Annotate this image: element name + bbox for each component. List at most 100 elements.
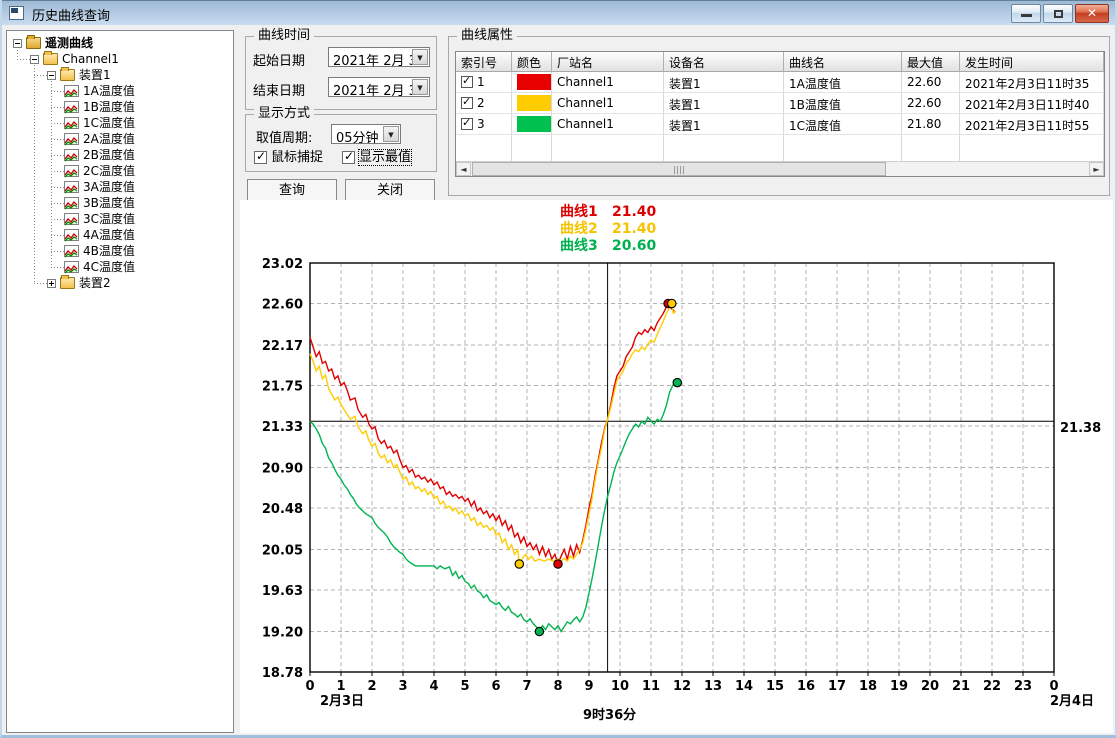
legend-item: 曲线121.40 — [560, 201, 656, 218]
collapse-icon[interactable] — [47, 71, 56, 80]
chart-panel: 曲线121.40曲线221.40曲线320.60 23.0222.6022.17… — [240, 200, 1113, 733]
column-header[interactable]: 厂站名 — [552, 52, 664, 71]
curve-enabled-cell: ✓2 — [456, 93, 512, 113]
tree-item[interactable]: 1B温度值 — [7, 99, 233, 115]
curve-row[interactable]: ✓3Channel1装置11C温度值21.802021年2月3日11时55 — [456, 114, 1104, 135]
tree-item[interactable]: 2B温度值 — [7, 147, 233, 163]
tree-item[interactable]: 3C温度值 — [7, 211, 233, 227]
occurrence-time-cell: 2021年2月3日11时55 — [960, 114, 1104, 134]
curve-icon — [64, 165, 79, 177]
tree-item[interactable]: 装置2 — [7, 275, 233, 291]
tree-item[interactable]: 装置1 — [7, 67, 233, 83]
empty-cell — [960, 135, 1104, 163]
tree-item-label: 3A温度值 — [83, 179, 135, 195]
x-tick-label: 0 — [305, 679, 314, 694]
column-header[interactable]: 索引号 — [456, 52, 512, 71]
column-header[interactable]: 最大值 — [902, 52, 960, 71]
tree-item[interactable]: 3B温度值 — [7, 195, 233, 211]
tree-item-label: 4B温度值 — [83, 243, 135, 259]
column-header[interactable]: 颜色 — [512, 52, 552, 71]
query-button[interactable]: 查询 — [247, 179, 337, 202]
min-marker — [515, 560, 523, 568]
tree-item-label: 3B温度值 — [83, 195, 135, 211]
tree-item[interactable]: 4C温度值 — [7, 259, 233, 275]
x-tick-label: 22 — [983, 679, 1001, 694]
curve-row[interactable]: ✓1Channel1装置11A温度值22.602021年2月3日11时35 — [456, 72, 1104, 93]
curve-name-cell: 1B温度值 — [784, 93, 902, 113]
period-dropdown-arrow-icon[interactable]: ▼ — [383, 126, 399, 142]
curve-color-swatch — [517, 116, 552, 132]
curve-enabled-checkbox[interactable]: ✓ — [461, 118, 473, 130]
curve-enabled-checkbox[interactable]: ✓ — [461, 76, 473, 88]
close-dialog-button[interactable]: 关闭 — [345, 179, 435, 202]
period-value: 05分钟 — [336, 127, 379, 146]
telemetry-tree[interactable]: 遥测曲线Channel1装置11A温度值1B温度值1C温度值2A温度值2B温度值… — [6, 30, 234, 733]
tree-item[interactable]: Channel1 — [7, 51, 233, 67]
end-date-picker[interactable]: 2021年 2月 3 ▼ — [328, 77, 430, 97]
tree-item-label: 1C温度值 — [83, 115, 135, 131]
station-cell: Channel1 — [552, 114, 664, 134]
column-header[interactable]: 设备名 — [664, 52, 784, 71]
x-tick-label: 6 — [491, 679, 500, 694]
tree-item[interactable]: 4A温度值 — [7, 227, 233, 243]
collapse-icon[interactable] — [13, 39, 22, 48]
minimize-button[interactable] — [1011, 4, 1041, 23]
app-window: 历史曲线查询 ✕ 遥测曲线Channel1装置11A温度值1B温度值1C温度值2… — [0, 0, 1117, 738]
curve-enabled-checkbox[interactable]: ✓ — [461, 97, 473, 109]
period-select[interactable]: 05分钟 ▼ — [331, 124, 401, 144]
end-date-dropdown-arrow-icon[interactable]: ▼ — [412, 79, 428, 95]
curve-color-swatch — [517, 74, 552, 90]
tree-item-label: 1B温度值 — [83, 99, 135, 115]
column-header[interactable]: 曲线名 — [784, 52, 902, 71]
curve-properties-table[interactable]: 索引号颜色厂站名设备名曲线名最大值发生时间 ✓1Channel1装置11A温度值… — [455, 51, 1105, 177]
mouse-capture-checkbox[interactable]: ✓鼠标捕捉 — [254, 150, 323, 166]
scroll-left-button[interactable]: ◄ — [456, 162, 471, 176]
tree-item[interactable]: 3A温度值 — [7, 179, 233, 195]
curve-enabled-cell: ✓3 — [456, 114, 512, 134]
y-tick-label: 19.63 — [262, 584, 303, 599]
end-date-value: 2021年 2月 3 — [333, 80, 417, 99]
scroll-right-button[interactable]: ► — [1089, 162, 1104, 176]
occurrence-time-cell: 2021年2月3日11时35 — [960, 72, 1104, 92]
curve-color-swatch — [517, 95, 552, 111]
y-tick-label: 20.05 — [262, 543, 303, 558]
tree-connector — [51, 235, 64, 236]
axis-labels: 23.0222.6022.1721.7521.3320.9020.4820.05… — [262, 257, 1094, 709]
tree-connector — [34, 75, 47, 76]
show-extremes-checkbox-box[interactable]: ✓ — [342, 151, 355, 164]
curve-row[interactable]: ✓2Channel1装置11B温度值22.602021年2月3日11时40 — [456, 93, 1104, 114]
empty-cell — [902, 135, 960, 163]
y-tick-label: 23.02 — [262, 257, 303, 272]
x-tick-label: 13 — [704, 679, 722, 694]
mouse-capture-checkbox-box[interactable]: ✓ — [254, 151, 267, 164]
tree-item[interactable]: 遥测曲线 — [7, 35, 233, 51]
restore-button[interactable] — [1043, 4, 1073, 23]
expand-icon[interactable] — [47, 279, 56, 288]
column-header[interactable]: 发生时间 — [960, 52, 1104, 71]
tree-item[interactable]: 2C温度值 — [7, 163, 233, 179]
show-extremes-checkbox[interactable]: ✓显示最值 — [342, 150, 411, 166]
scrollbar-thumb[interactable] — [472, 162, 886, 176]
display-mode-group: 显示方式 取值周期: 05分钟 ▼ ✓鼠标捕捉 ✓显示最值 — [245, 114, 437, 172]
history-curve-chart[interactable]: 23.0222.6022.1721.7521.3320.9020.4820.05… — [240, 200, 1113, 733]
tree-item-label: 装置1 — [79, 67, 111, 83]
tree-item[interactable]: 1C温度值 — [7, 115, 233, 131]
tree-connector — [51, 91, 64, 92]
curve-icon — [64, 117, 79, 129]
x-tick-label: 4 — [429, 679, 438, 694]
x-tick-label: 1 — [336, 679, 345, 694]
collapse-icon[interactable] — [30, 55, 39, 64]
title-bar[interactable]: 历史曲线查询 ✕ — [2, 0, 1115, 25]
curve-color-cell — [512, 72, 552, 92]
start-date-picker[interactable]: 2021年 2月 3 ▼ — [328, 47, 430, 67]
horizontal-scrollbar[interactable]: ◄ ► — [456, 161, 1104, 176]
tree-item-label: 遥测曲线 — [45, 35, 93, 51]
x-tick-label: 3 — [398, 679, 407, 694]
close-button[interactable]: ✕ — [1075, 4, 1109, 23]
x-tick-label: 7 — [522, 679, 531, 694]
curve-enabled-cell: ✓1 — [456, 72, 512, 92]
tree-item[interactable]: 4B温度值 — [7, 243, 233, 259]
start-date-dropdown-arrow-icon[interactable]: ▼ — [412, 49, 428, 65]
tree-item[interactable]: 2A温度值 — [7, 131, 233, 147]
tree-item[interactable]: 1A温度值 — [7, 83, 233, 99]
